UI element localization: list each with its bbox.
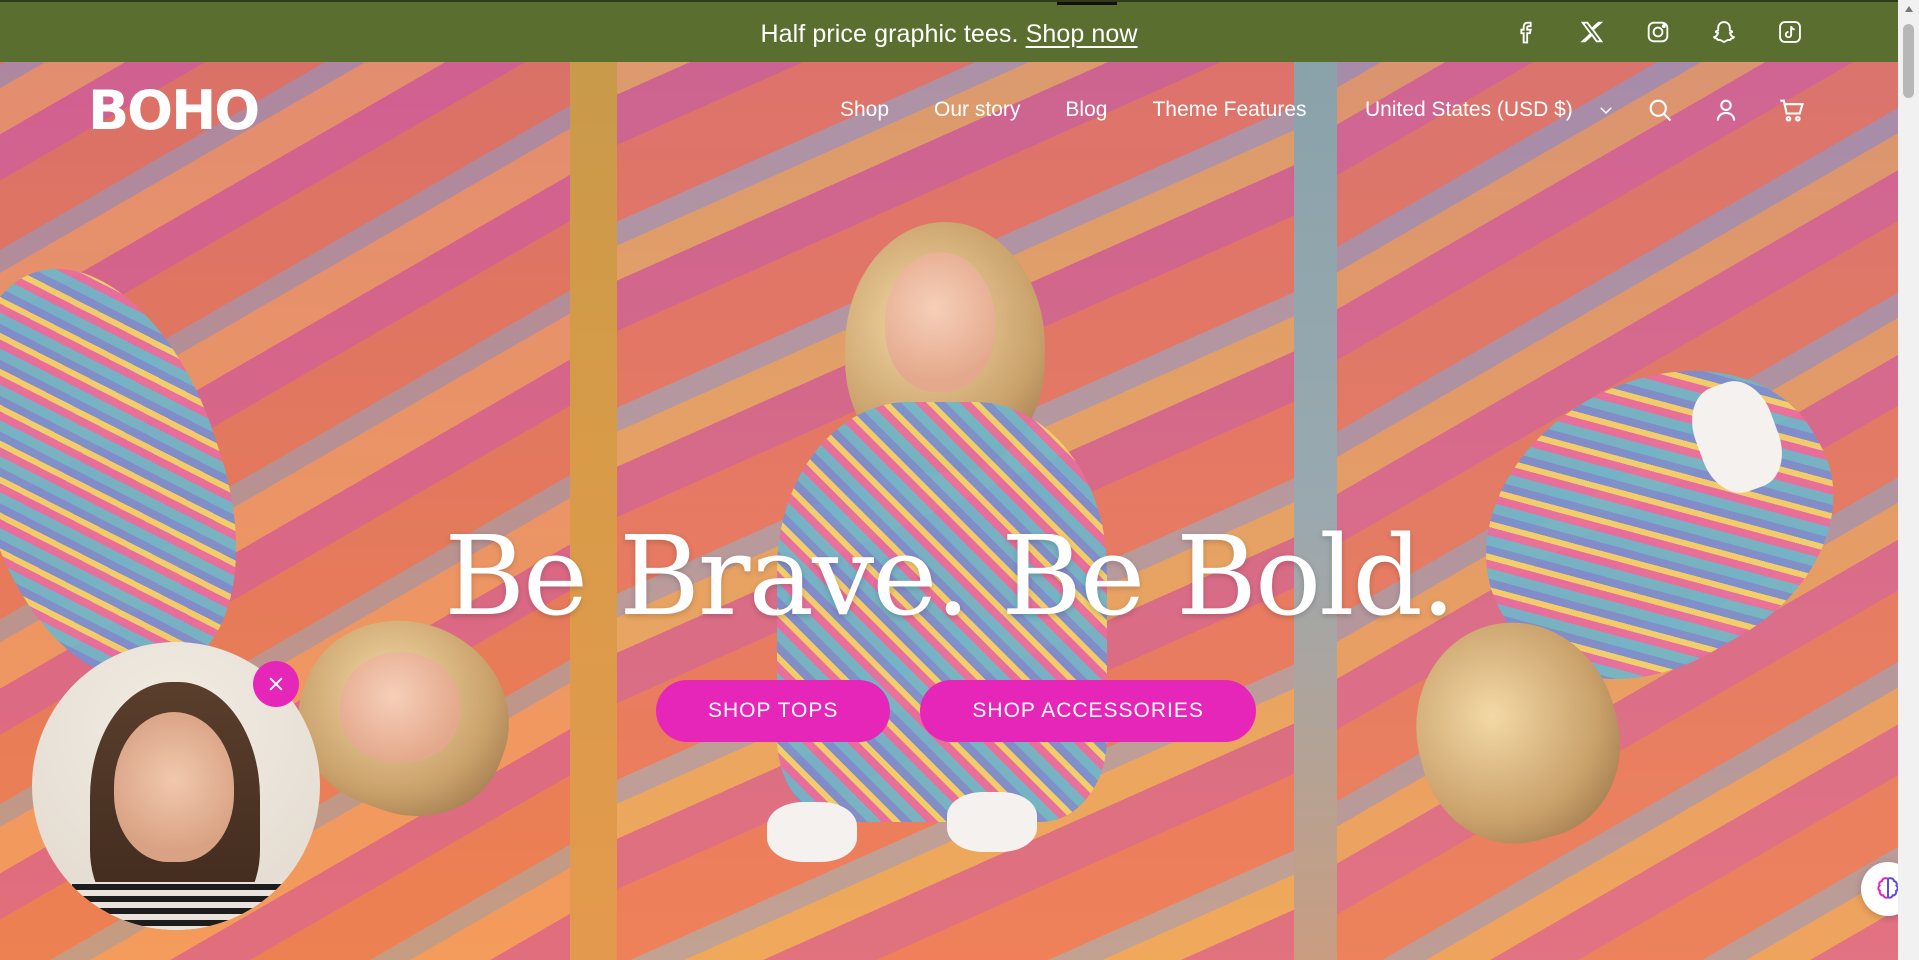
currency-label: United States (USD $) xyxy=(1365,98,1573,121)
bubble-portrait-face xyxy=(114,712,234,862)
panel-divider-1 xyxy=(570,62,617,960)
site-header: BOHO Shop Our story Blog Theme Features … xyxy=(0,62,1898,158)
shop-accessories-button[interactable]: SHOP ACCESSORIES xyxy=(920,680,1256,742)
currency-selector[interactable]: United States (USD $) xyxy=(1365,98,1615,122)
hero-photo-right xyxy=(1337,62,1898,960)
sneaker-left xyxy=(767,802,857,862)
scroll-thumb[interactable] xyxy=(1903,24,1914,98)
hero-headline: Be Brave. Be Bold. xyxy=(444,512,1456,640)
nav-item-blog[interactable]: Blog xyxy=(1065,98,1107,122)
window-notch xyxy=(1057,2,1117,5)
model-face-left xyxy=(340,652,460,762)
hero-photo-center xyxy=(617,62,1294,960)
model-face-center xyxy=(885,252,995,392)
social-links xyxy=(1510,16,1806,48)
shop-tops-button[interactable]: SHOP TOPS xyxy=(656,680,891,742)
announcement-shop-now-link[interactable]: Shop now xyxy=(1026,20,1138,48)
chevron-down-icon xyxy=(1599,107,1612,115)
hero-cta-group: SHOP TOPS SHOP ACCESSORIES xyxy=(656,680,1256,742)
search-icon[interactable] xyxy=(1644,94,1676,126)
announcement-text: Half price graphic tees. xyxy=(760,20,1019,48)
snapchat-icon[interactable] xyxy=(1708,16,1740,48)
tiktok-icon[interactable] xyxy=(1774,16,1806,48)
account-icon[interactable] xyxy=(1710,94,1742,126)
bubble-portrait-shirt xyxy=(72,882,282,930)
page-scrollbar[interactable] xyxy=(1898,0,1919,960)
nav-item-shop[interactable]: Shop xyxy=(840,98,889,122)
instagram-icon[interactable] xyxy=(1642,16,1674,48)
nav-item-our-story[interactable]: Our story xyxy=(934,98,1020,122)
x-icon[interactable] xyxy=(1576,16,1608,48)
panel-divider-2 xyxy=(1294,62,1337,960)
header-actions xyxy=(1644,94,1808,126)
brand-logo[interactable]: BOHO xyxy=(88,84,260,138)
close-icon[interactable] xyxy=(253,661,299,707)
sneaker-right xyxy=(947,792,1037,852)
main-nav: Shop Our story Blog Theme Features xyxy=(840,98,1307,122)
scroll-up-arrow-icon[interactable] xyxy=(1898,0,1919,18)
announcement-bar: Half price graphic tees. Shop now xyxy=(0,0,1898,62)
cart-icon[interactable] xyxy=(1776,94,1808,126)
nav-item-theme-features[interactable]: Theme Features xyxy=(1152,98,1306,122)
facebook-icon[interactable] xyxy=(1510,16,1542,48)
